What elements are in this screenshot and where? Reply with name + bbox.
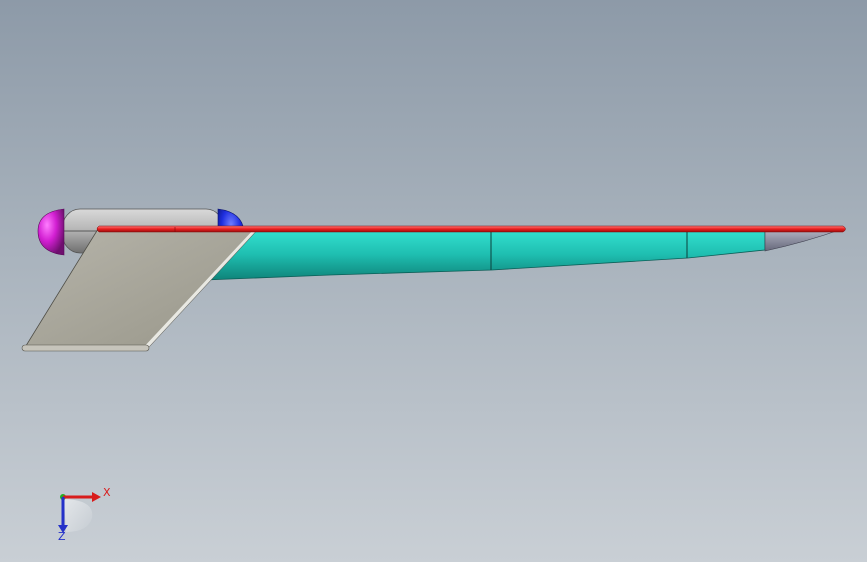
model-canvas[interactable] [0, 0, 867, 562]
reference-triad [58, 492, 101, 533]
leading-edge-strip[interactable] [96, 225, 846, 233]
main-wing[interactable] [204, 227, 766, 281]
nose-cap[interactable] [37, 208, 65, 256]
graphics-viewport[interactable]: X Z [0, 0, 867, 562]
triad-shadow [64, 499, 93, 532]
x-axis-label: X [103, 486, 111, 499]
wing-tip[interactable] [764, 228, 843, 252]
z-axis-label: Z [58, 530, 66, 543]
